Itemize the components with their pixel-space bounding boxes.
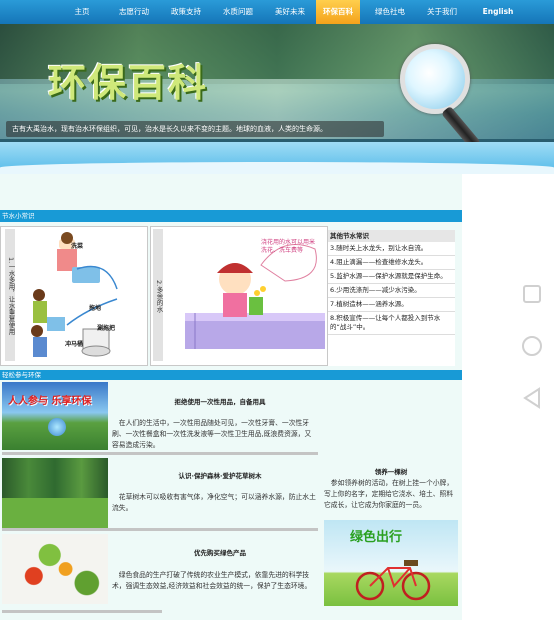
nav-water-quality[interactable]: 水质问题 — [216, 0, 260, 24]
tip-item: 6.少用洗涤剂——减少水污染。 — [328, 284, 455, 298]
nav-home[interactable]: 主页 — [68, 0, 96, 24]
nav-english[interactable]: English — [476, 0, 520, 24]
card2-title: 认识·保护森林·爱护花草树木 — [178, 472, 262, 480]
card1-image-text: 人人参与 乐享环保 — [8, 396, 92, 407]
green-travel-text: 绿色出行 — [350, 530, 403, 545]
tip-item: 8.积极宣传——让每个人都投入到节水的“战斗”中。 — [328, 312, 455, 335]
adopt-tree-title: 领养一棵树 — [374, 468, 408, 476]
recent-apps-icon[interactable] — [520, 282, 544, 306]
section-header-water-tips: 节水小常识 — [0, 210, 462, 222]
nav-green[interactable]: 绿色社电 — [368, 0, 412, 24]
green-travel-image: 绿色出行 — [324, 520, 458, 606]
speech-bubble: 浇花用的水可以用米洗花、洗车费等 — [261, 239, 316, 254]
panel-extra-water: 2.多余的水 浇花用的水可以用米洗花、洗车费等 — [150, 226, 328, 366]
banner-water-edge — [0, 162, 554, 174]
divider — [2, 452, 318, 455]
nav-policy[interactable]: 政策支持 — [164, 0, 208, 24]
tip-item: 4.阻止滴漏——检查维修水龙头。 — [328, 256, 455, 270]
card2-image — [2, 458, 108, 528]
banner-title: 环保百科 — [48, 61, 209, 105]
nav-encyclopedia[interactable]: 环保百科 — [316, 0, 360, 24]
tip-item: 3.随时关上水龙头，别让水自流。 — [328, 242, 455, 256]
card3-title: 优先购买绿色产品 — [194, 549, 246, 557]
banner-caption: 古有大禹治水，现有治水环保组织，可见，治水是长久以来不变的主题。地球的血液，人类… — [6, 121, 384, 137]
card1-image: 人人参与 乐享环保 — [2, 382, 108, 450]
banner: 环保百科 古有大禹治水，现有治水环保组织，可见，治水是长久以来不变的主题。地球的… — [0, 24, 554, 174]
top-nav: 主页 志愿行动 政策支持 水质问题 美好未来 环保百科 绿色社电 关于我们 En… — [0, 0, 554, 24]
panel-reuse-water: 1.一水多用，让水重复使用 洗菜 拖地 冲马桶 涮拖把 — [0, 226, 148, 366]
tips-title: 其他节水常识 — [328, 230, 455, 242]
divider — [2, 528, 318, 531]
label-mop-floor: 拖地 — [89, 305, 102, 312]
tip-item: 7.植树造林——涵养水源。 — [328, 298, 455, 312]
card3-image — [2, 534, 108, 604]
home-icon[interactable] — [520, 334, 544, 358]
nav-future[interactable]: 美好未来 — [268, 0, 312, 24]
divider — [2, 610, 162, 613]
card1-title: 拒绝使用一次性用品，自备用具 — [174, 398, 266, 406]
panel2-label: 2.多余的水 — [153, 229, 163, 361]
nav-volunteer[interactable]: 志愿行动 — [112, 0, 156, 24]
bicycle-icon — [355, 560, 431, 601]
tip-item: 5.监护水源——保护水源就是保护生命。 — [328, 270, 455, 284]
back-icon[interactable] — [520, 386, 544, 410]
section-header-participate: 轻松参与环保 — [0, 370, 462, 380]
adopt-tree-text: 参如领养树的活动，在树上挂一个小牌，写上你的名字，定期给它浇水、培土、照料它成长… — [324, 479, 454, 509]
magnifier-icon — [400, 44, 470, 114]
label-rinse-mop: 涮拖把 — [97, 325, 116, 332]
card2-grass — [2, 498, 108, 528]
panel1-label: 1.一水多用，让水重复使用 — [5, 229, 15, 361]
card3-text: 绿色食品的生产打破了传统的农业生产模式，依靠先进的科学技术，强调生态效益,经济效… — [112, 571, 312, 590]
label-flush-toilet: 冲马桶 — [65, 341, 84, 348]
globe-icon — [48, 418, 66, 436]
other-water-tips: 其他节水常识 3.随时关上水龙头，别让水自流。 4.阻止滴漏——检查维修水龙头。… — [328, 230, 455, 366]
card2-text: 花草树木可以吸收有害气体，净化空气；可以涵养水源，防止水土流失。 — [112, 493, 316, 512]
card1-text: 在人们的生活中，一次性用品随处可见，一次性牙膏、一次性牙刷、一次性餐盒和一次性洗… — [112, 419, 312, 449]
nav-about[interactable]: 关于我们 — [420, 0, 464, 24]
label-wash-veg: 洗菜 — [71, 243, 84, 250]
